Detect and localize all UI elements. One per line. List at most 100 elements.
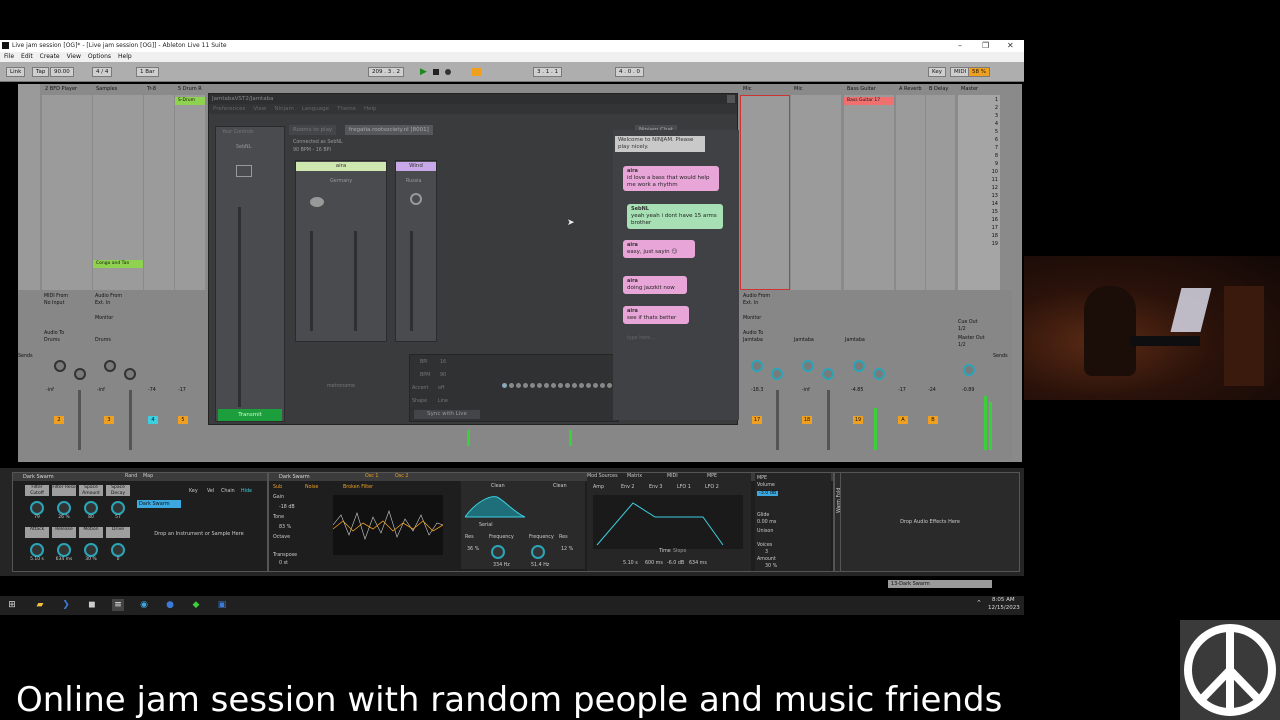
windows-start-icon[interactable]: ⊞ xyxy=(6,599,18,611)
send-knob[interactable] xyxy=(124,368,136,380)
clip-slot-column[interactable] xyxy=(144,95,174,290)
tab-server[interactable]: fregatia.rootsociety.nl [8001] xyxy=(345,125,433,135)
macro-knob[interactable] xyxy=(57,501,71,515)
sync-with-live-button[interactable]: Sync with Live xyxy=(414,410,480,419)
bpi-value[interactable]: 16 xyxy=(440,360,446,365)
track-activator[interactable]: 2 xyxy=(54,416,64,424)
scene-launch-button[interactable]: 2 xyxy=(958,105,1000,112)
macro-control[interactable]: Space Decay 57 xyxy=(106,485,130,525)
osc1-tab[interactable]: Osc 1 xyxy=(365,474,379,479)
volume-fader[interactable] xyxy=(78,390,81,450)
macro-control[interactable]: Release 634 ms xyxy=(52,527,76,567)
powershell-icon[interactable]: ❯ xyxy=(60,599,72,611)
env-tab[interactable]: Env 3 xyxy=(649,485,663,490)
rack-title[interactable]: Dark Swarm xyxy=(13,473,267,481)
selected-track-name[interactable]: 13-Dark Swarm xyxy=(888,580,992,588)
clip-slot-column[interactable]: S-Drum xyxy=(175,95,205,290)
mod-tab[interactable]: Mod Sources xyxy=(587,474,618,479)
scene-launch-button[interactable]: 11 xyxy=(958,177,1000,184)
plugin-menu-theme[interactable]: Theme xyxy=(337,104,356,114)
broken-filter-label[interactable]: Broken Filter xyxy=(343,485,373,490)
clip-slot-column[interactable] xyxy=(896,95,925,290)
jamtaba-icon[interactable]: ▣ xyxy=(216,599,228,611)
mod-tab[interactable]: MPE xyxy=(707,474,717,479)
track-header[interactable]: 5 Drum R xyxy=(175,84,205,95)
peer-fader[interactable] xyxy=(410,231,413,331)
tab-rooms[interactable]: Rooms to play xyxy=(289,125,337,135)
loop-start[interactable]: 3 . 1 . 1 xyxy=(533,67,562,77)
track-activator[interactable]: 17 xyxy=(752,416,762,424)
menu-options[interactable]: Options xyxy=(88,52,111,62)
amount-value[interactable]: 30 % xyxy=(765,564,777,569)
noise-label[interactable]: Noise xyxy=(305,485,318,490)
voices-value[interactable]: 3 xyxy=(765,550,768,555)
audio-to-value[interactable]: Jamtaba xyxy=(743,338,763,343)
env-tab[interactable]: Env 2 xyxy=(621,485,635,490)
quantize-menu[interactable]: 1 Bar xyxy=(136,67,159,77)
macro-control[interactable]: Space Amount 80 xyxy=(79,485,103,525)
send-knob[interactable] xyxy=(873,368,885,380)
maximize-button[interactable]: ❐ xyxy=(982,40,989,51)
plugin-menu-language[interactable]: Language xyxy=(302,104,329,114)
send-knob[interactable] xyxy=(54,360,66,372)
osc2-tab[interactable]: Osc 2 xyxy=(395,474,409,479)
env-tab[interactable]: LFO 1 xyxy=(677,485,691,490)
tray-arrow-icon[interactable]: ⌃ xyxy=(976,599,982,607)
scene-launch-button[interactable]: 14 xyxy=(958,201,1000,208)
slope-label[interactable]: Slope xyxy=(673,549,686,554)
send-knob[interactable] xyxy=(802,360,814,372)
ableton-live-icon[interactable]: ≡ xyxy=(112,599,124,611)
macro-control[interactable]: Filter Cutoff 79 xyxy=(25,485,49,525)
macro-knob[interactable] xyxy=(30,501,44,515)
audio-to-value[interactable]: Drums xyxy=(44,338,60,343)
freq-knob[interactable] xyxy=(491,545,505,559)
scene-launch-button[interactable]: 3 xyxy=(958,113,1000,120)
track-header[interactable]: Bass Guitar xyxy=(844,84,894,95)
track-header[interactable]: Mic xyxy=(740,84,790,95)
macro-knob[interactable] xyxy=(84,501,98,515)
accent-value[interactable]: off xyxy=(438,386,444,391)
send-knob[interactable] xyxy=(853,360,865,372)
scene-launch-button[interactable]: 7 xyxy=(958,145,1000,152)
track-activator[interactable]: 19 xyxy=(853,416,863,424)
link-button[interactable]: Link xyxy=(6,67,26,77)
vel-button[interactable]: Vel xyxy=(207,489,214,494)
track-header[interactable]: Mic xyxy=(791,84,841,95)
volume-fader[interactable] xyxy=(129,390,132,450)
menu-view[interactable]: View xyxy=(67,52,81,62)
scene-launch-button[interactable]: 16 xyxy=(958,217,1000,224)
plugin-menu-ninjam[interactable]: Ninjam xyxy=(274,104,293,114)
macro-control[interactable]: Motion 30 % xyxy=(79,527,103,567)
scene-launch-button[interactable]: 18 xyxy=(958,233,1000,240)
scene-launch-button[interactable]: 9 xyxy=(958,161,1000,168)
track-activator[interactable]: A xyxy=(898,416,908,424)
shape-value[interactable]: Line xyxy=(438,399,448,404)
rand-button[interactable]: Rand xyxy=(125,474,137,479)
macro-control[interactable]: Drive 0 xyxy=(106,527,130,567)
macro-control[interactable]: Filter Reso 26 % xyxy=(52,485,76,525)
peer-fader[interactable] xyxy=(310,231,313,331)
transpose-value[interactable]: 0 st xyxy=(279,561,288,566)
time-signature[interactable]: 4 / 4 xyxy=(92,67,113,77)
mod-tab[interactable]: MIDI xyxy=(667,474,678,479)
menu-file[interactable]: File xyxy=(4,52,14,62)
menu-help[interactable]: Help xyxy=(118,52,132,62)
clip-slot-column[interactable] xyxy=(740,95,790,290)
env-value[interactable]: 600 ms xyxy=(645,561,663,566)
macro-knob[interactable] xyxy=(57,543,71,557)
browser-icon[interactable]: ◉ xyxy=(138,599,150,611)
audio-from-value[interactable]: Ext. In xyxy=(743,301,758,306)
scene-column[interactable]: 1 2 3 4 5 6 7 8 9 10 11 12 13 14 15 16 17 18 19 xyxy=(958,95,1000,290)
track-activator[interactable]: 3 xyxy=(104,416,114,424)
app-icon[interactable]: ◼ xyxy=(86,599,98,611)
freq2-value[interactable]: 51.4 Hz xyxy=(531,563,549,568)
record-icon[interactable] xyxy=(445,69,451,75)
track-activator[interactable]: B xyxy=(928,416,938,424)
drop-instrument-zone[interactable]: Drop an Instrument or Sample Here xyxy=(153,531,245,537)
send-knob[interactable] xyxy=(751,360,763,372)
clip[interactable]: S-Drum xyxy=(175,97,205,105)
hide-button[interactable]: Hide xyxy=(241,489,252,494)
drop-fx-zone[interactable]: Drop Audio Effects Here xyxy=(841,519,1019,525)
track-header[interactable]: B Delay xyxy=(926,84,955,95)
macro-knob[interactable] xyxy=(84,543,98,557)
